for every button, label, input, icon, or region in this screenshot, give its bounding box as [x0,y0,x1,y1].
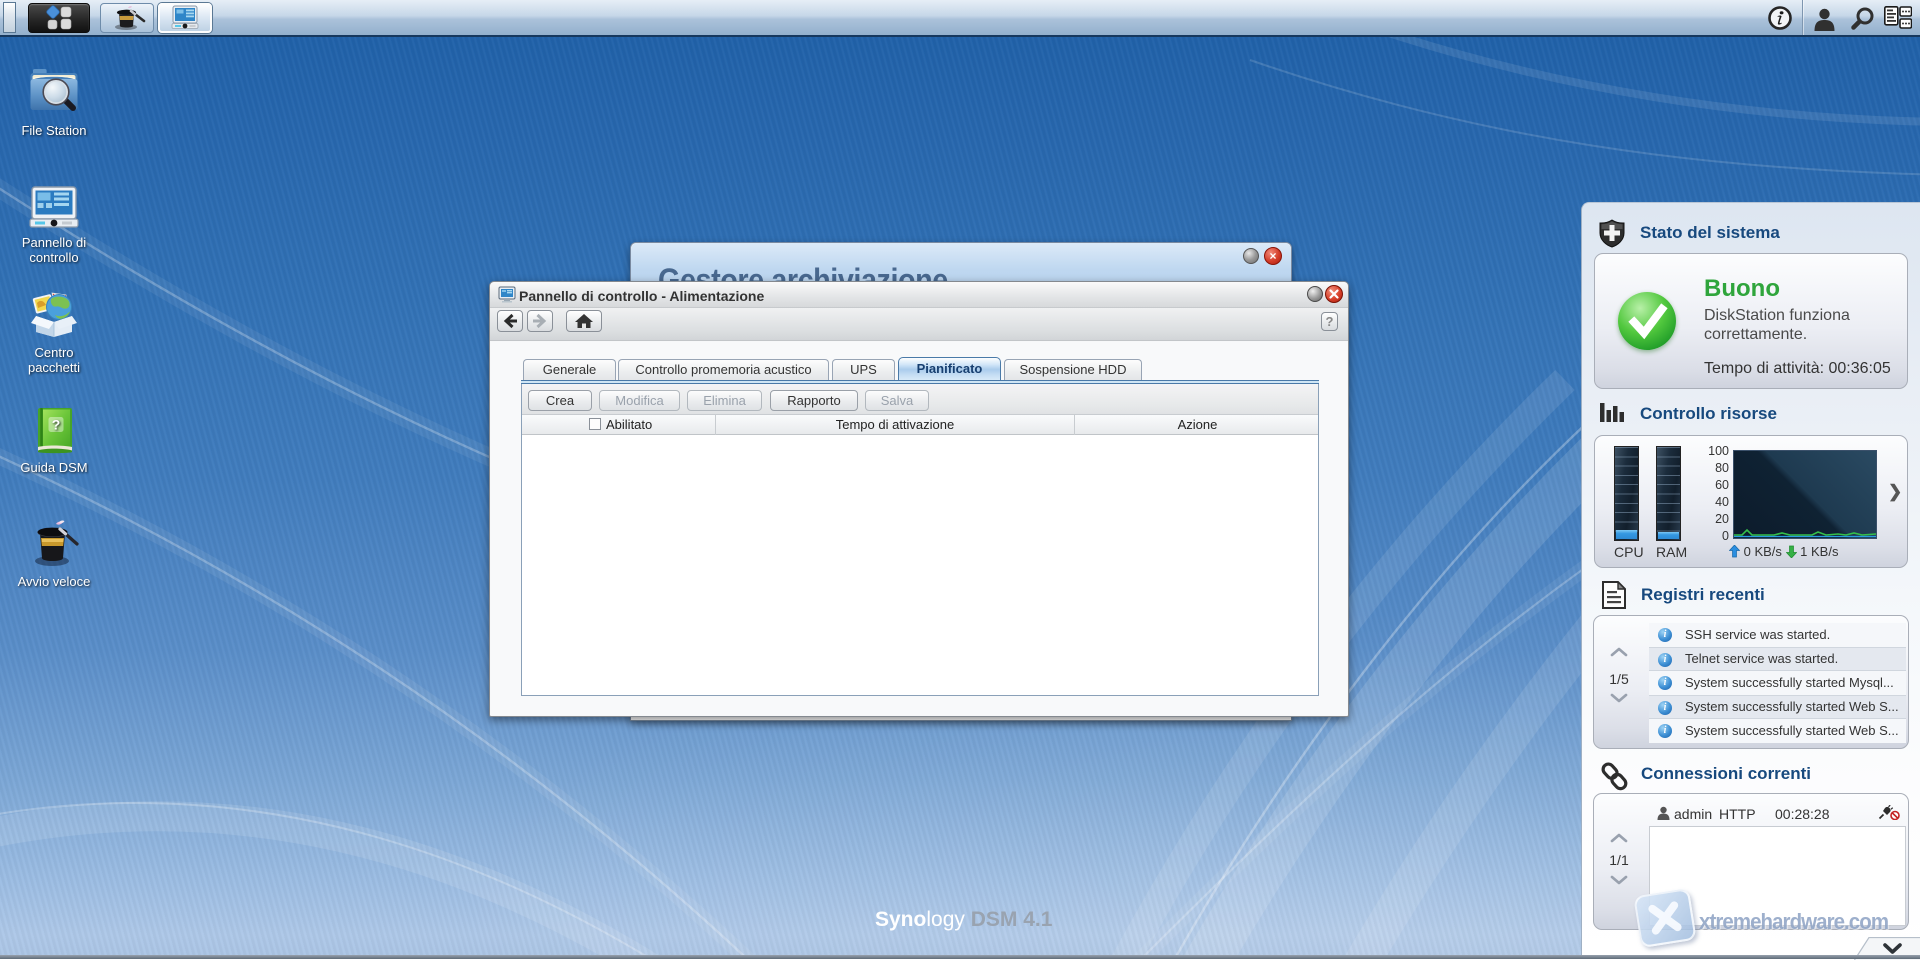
svg-text:?: ? [52,417,61,433]
